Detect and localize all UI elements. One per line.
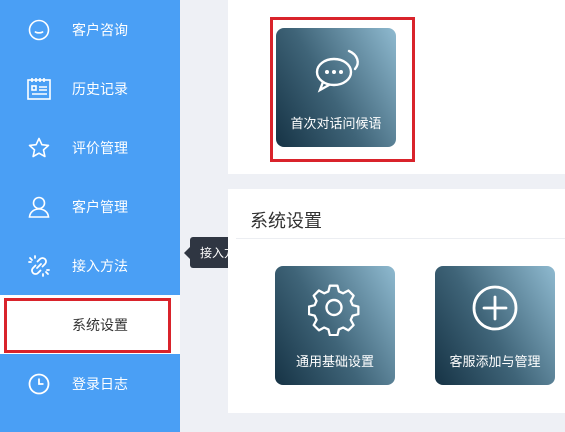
calendar-list-icon: [26, 76, 52, 102]
sidebar-item-customer-consult[interactable]: 客户咨询: [0, 0, 180, 59]
sidebar-item-label: 客户管理: [72, 199, 128, 216]
agent-management-card[interactable]: 客服添加与管理: [435, 266, 555, 385]
sidebar-item-label: 接入方法: [72, 258, 128, 275]
sidebar-item-label: 客户咨询: [72, 22, 128, 39]
sidebar-item-label: 登录日志: [72, 376, 128, 393]
greeting-card-highlight: [270, 17, 415, 162]
sidebar: 客户咨询 历史记录 评价管理 客户管理 接入方法 系统设置 登录日志: [0, 0, 180, 432]
smile-icon: [26, 17, 52, 43]
sidebar-item-rating[interactable]: 评价管理: [0, 118, 180, 177]
link-icon: [26, 253, 52, 279]
plus-circle-icon: [468, 282, 522, 336]
general-settings-card[interactable]: 通用基础设置: [275, 266, 395, 385]
sidebar-item-label: 历史记录: [72, 81, 128, 98]
sidebar-item-login-log[interactable]: 登录日志: [0, 354, 180, 413]
sidebar-item-history[interactable]: 历史记录: [0, 59, 180, 118]
clock-icon: [26, 371, 52, 397]
star-icon: [26, 135, 52, 161]
gear-icon: [307, 282, 362, 337]
card-label: 客服添加与管理: [449, 355, 541, 370]
sidebar-item-access-method[interactable]: 接入方法: [0, 236, 180, 295]
active-item-highlight: [4, 298, 171, 353]
panel-title: 系统设置: [250, 211, 322, 232]
divider: [236, 238, 565, 239]
card-label: 通用基础设置: [295, 355, 374, 370]
sidebar-item-customer-manage[interactable]: 客户管理: [0, 177, 180, 236]
user-icon: [26, 194, 52, 220]
sidebar-item-label: 评价管理: [72, 140, 128, 157]
